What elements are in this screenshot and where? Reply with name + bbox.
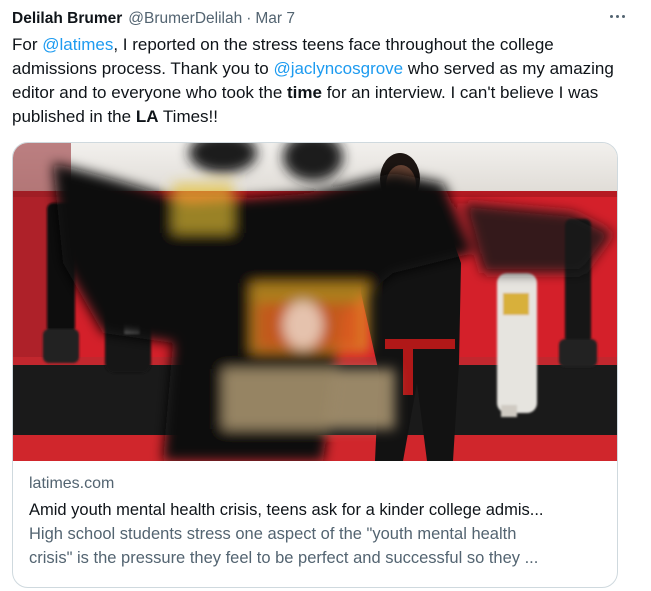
mention-jaclyncosgrove[interactable]: @jaclyncosgrove — [273, 59, 403, 78]
card-title[interactable]: Amid youth mental health crisis, teens a… — [29, 498, 605, 522]
link-preview-card[interactable]: latimes.com Amid youth mental health cri… — [12, 142, 618, 588]
tweet-date[interactable]: Mar 7 — [255, 10, 295, 28]
card-domain: latimes.com — [29, 475, 115, 492]
author-handle[interactable]: @BrumerDelilah — [128, 10, 242, 28]
tweet: Delilah Brumer @BrumerDelilah · Mar 7 Fo… — [0, 0, 651, 591]
header-separator: · — [246, 10, 252, 27]
tweet-text-part: Times!! — [158, 107, 219, 126]
tweet-header: Delilah Brumer @BrumerDelilah · Mar 7 — [12, 8, 639, 30]
more-options-icon[interactable] — [605, 6, 629, 26]
tweet-text-bold: time — [287, 83, 322, 102]
tweet-text-bold: LA — [135, 107, 159, 126]
tweet-text-part: For — [12, 35, 43, 54]
mention-latimes[interactable]: @latimes — [42, 35, 113, 54]
card-image[interactable] — [13, 143, 617, 461]
card-description-line: crisis" is the pressure they feel to be … — [29, 549, 539, 567]
tweet-text: For @latimes, I reported on the stress t… — [12, 33, 627, 129]
dojo-photo — [13, 143, 617, 461]
card-description-line: High school students stress one aspect o… — [29, 525, 517, 543]
card-body: latimes.com Amid youth mental health cri… — [29, 473, 605, 570]
author-display-name[interactable]: Delilah Brumer — [12, 10, 122, 28]
